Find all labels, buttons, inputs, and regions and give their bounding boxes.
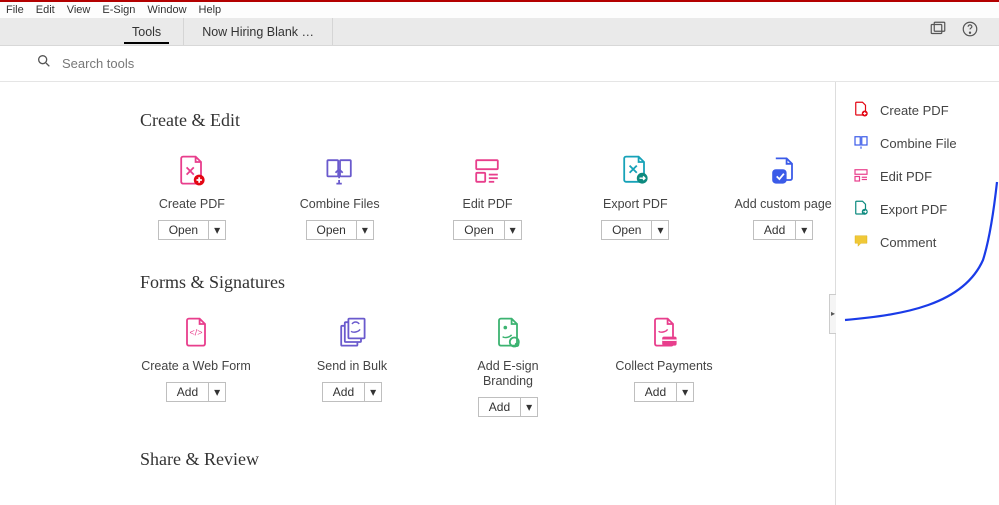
svg-text:</>: </>	[189, 328, 202, 338]
menu-view[interactable]: View	[67, 4, 91, 16]
comment-icon	[852, 232, 870, 253]
dropdown-caret[interactable]: ▾	[505, 220, 522, 240]
open-button[interactable]: Open	[306, 220, 357, 240]
menu-bar: File Edit View E-Sign Window Help	[0, 0, 999, 18]
tool-combine-files[interactable]: Combine Files Open ▾	[288, 151, 392, 240]
collapse-rail-handle[interactable]: ▸	[829, 294, 836, 334]
tool-label: Export PDF	[603, 197, 668, 212]
edit-pdf-icon	[852, 166, 870, 187]
tab-strip: Tools Now Hiring Blank …	[0, 18, 999, 46]
open-button[interactable]: Open	[601, 220, 652, 240]
export-pdf-icon	[852, 199, 870, 220]
help-icon[interactable]	[961, 20, 979, 43]
menu-help[interactable]: Help	[199, 4, 222, 16]
rail-label: Export PDF	[880, 202, 947, 217]
tool-label: Create PDF	[159, 197, 225, 212]
tool-label: Send in Bulk	[317, 359, 387, 374]
section-title-create-edit: Create & Edit	[140, 110, 835, 131]
tool-label: Combine Files	[300, 197, 380, 212]
tool-add-custom-page[interactable]: Add custom page Add ▾	[731, 151, 835, 240]
dropdown-caret[interactable]: ▾	[209, 382, 226, 402]
rail-combine-file[interactable]: Combine File	[836, 127, 993, 160]
dropdown-caret[interactable]: ▾	[209, 220, 226, 240]
menu-edit[interactable]: Edit	[36, 4, 55, 16]
web-form-icon: </>	[176, 313, 216, 353]
rail-export-pdf[interactable]: Export PDF	[836, 193, 993, 226]
rail-label: Combine File	[880, 136, 957, 151]
dropdown-caret[interactable]: ▾	[677, 382, 694, 402]
rail-label: Comment	[880, 235, 936, 250]
rail-label: Create PDF	[880, 103, 949, 118]
rail-comment[interactable]: Comment	[836, 226, 993, 259]
collect-payments-icon	[644, 313, 684, 353]
dropdown-caret[interactable]: ▾	[652, 220, 669, 240]
open-button[interactable]: Open	[158, 220, 209, 240]
tool-label: Edit PDF	[462, 197, 512, 212]
export-pdf-icon	[615, 151, 655, 191]
search-icon	[36, 53, 52, 74]
tool-send-in-bulk[interactable]: Send in Bulk Add ▾	[296, 313, 408, 417]
section-title-forms-signatures: Forms & Signatures	[140, 272, 835, 293]
combine-files-icon	[320, 151, 360, 191]
tool-collect-payments[interactable]: Collect Payments Add ▾	[608, 313, 720, 417]
combine-files-icon	[852, 133, 870, 154]
dropdown-caret[interactable]: ▾	[357, 220, 374, 240]
dropdown-caret[interactable]: ▾	[365, 382, 382, 402]
add-button[interactable]: Add	[322, 382, 365, 402]
tool-label: Add E-sign Branding	[452, 359, 564, 389]
send-in-bulk-icon	[332, 313, 372, 353]
tool-create-pdf[interactable]: Create PDF Open ▾	[140, 151, 244, 240]
tool-label: Create a Web Form	[141, 359, 251, 374]
create-pdf-icon	[852, 100, 870, 121]
tool-edit-pdf[interactable]: Edit PDF Open ▾	[436, 151, 540, 240]
right-rail: ▸ Create PDF Combine File Edit PDF Expor…	[835, 82, 993, 505]
tool-esign-branding[interactable]: Add E-sign Branding Add ▾	[452, 313, 564, 417]
add-custom-page-icon	[763, 151, 803, 191]
tool-create-web-form[interactable]: </> Create a Web Form Add ▾	[140, 313, 252, 417]
search-input[interactable]	[62, 56, 362, 71]
open-button[interactable]: Open	[453, 220, 504, 240]
tool-label: Collect Payments	[615, 359, 712, 374]
rail-edit-pdf[interactable]: Edit PDF	[836, 160, 993, 193]
add-button[interactable]: Add	[478, 397, 521, 417]
tools-content: Create & Edit Create PDF Open ▾ Combine …	[0, 82, 835, 505]
menu-window[interactable]: Window	[147, 4, 186, 16]
add-button[interactable]: Add	[634, 382, 677, 402]
search-bar	[0, 46, 999, 82]
edit-pdf-icon	[467, 151, 507, 191]
tool-label: Add custom page	[734, 197, 831, 212]
menu-file[interactable]: File	[6, 4, 24, 16]
add-button[interactable]: Add	[753, 220, 796, 240]
tab-tools[interactable]: Tools	[110, 18, 183, 45]
dropdown-caret[interactable]: ▾	[521, 397, 538, 417]
rail-create-pdf[interactable]: Create PDF	[836, 94, 993, 127]
menu-esign[interactable]: E-Sign	[102, 4, 135, 16]
tool-export-pdf[interactable]: Export PDF Open ▾	[583, 151, 687, 240]
create-pdf-icon	[172, 151, 212, 191]
section-title-share-review: Share & Review	[140, 449, 835, 470]
tab-document[interactable]: Now Hiring Blank …	[183, 18, 333, 45]
dropdown-caret[interactable]: ▾	[796, 220, 813, 240]
share-icon[interactable]	[929, 20, 947, 43]
esign-branding-icon	[488, 313, 528, 353]
add-button[interactable]: Add	[166, 382, 209, 402]
rail-label: Edit PDF	[880, 169, 932, 184]
